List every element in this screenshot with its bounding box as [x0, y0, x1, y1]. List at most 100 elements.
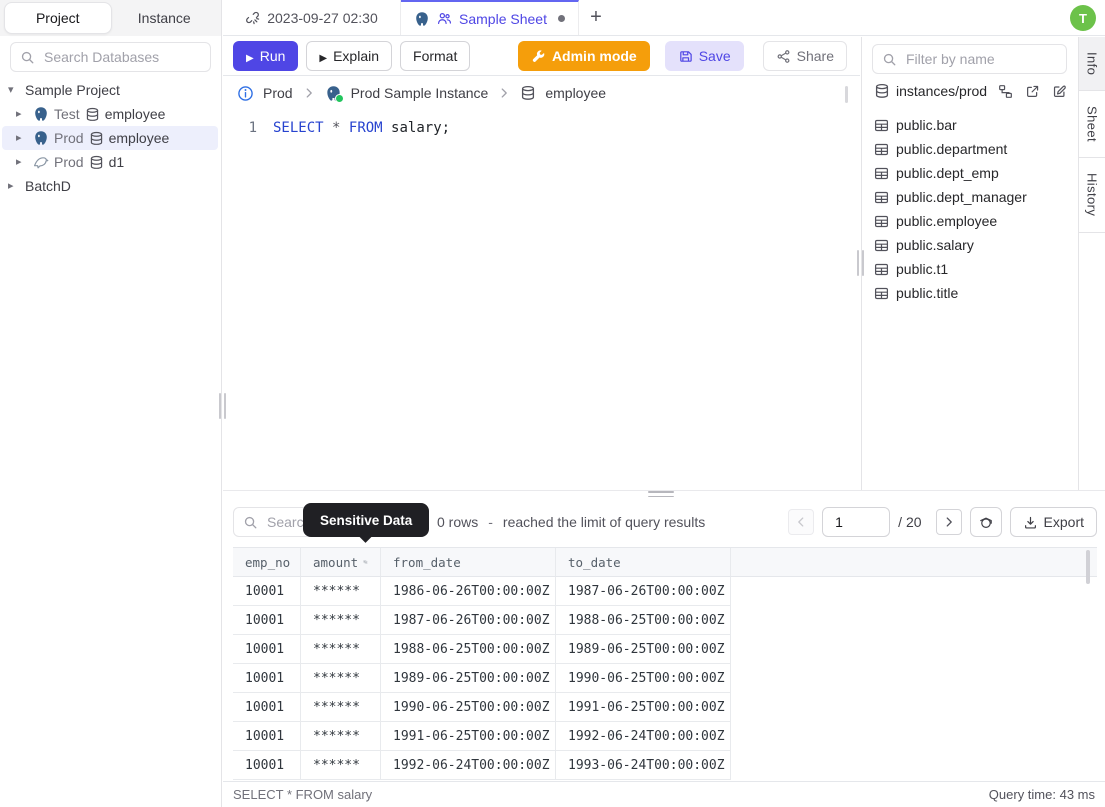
tooltip-arrow	[359, 530, 372, 543]
breadcrumb-database[interactable]: employee	[545, 85, 606, 101]
column-header[interactable]: emp_no	[233, 548, 301, 577]
tree-item-prod-employee[interactable]: Prod employee	[2, 126, 218, 150]
database-search-input[interactable]	[10, 42, 211, 72]
table-list-item[interactable]: public.salary	[874, 233, 1073, 257]
share-label: Share	[796, 48, 834, 64]
table-name: public.bar	[896, 117, 957, 133]
table-cell: 10001	[233, 606, 301, 635]
breadcrumb-instance[interactable]: Prod Sample Instance	[351, 85, 489, 101]
table-icon	[874, 166, 889, 181]
tree-item-batchd[interactable]: BatchD	[0, 174, 220, 198]
table-list-item[interactable]: public.employee	[874, 209, 1073, 233]
tree-collapse-icon	[8, 85, 20, 96]
tree-item-sample-project[interactable]: Sample Project	[0, 78, 220, 102]
tab-adhoc-query[interactable]: 2023-09-27 02:30	[223, 0, 401, 35]
table-list-item[interactable]: public.t1	[874, 257, 1073, 281]
postgres-icon	[33, 106, 49, 122]
editor-scrollbar[interactable]	[845, 86, 848, 103]
breadcrumb-env[interactable]: Prod	[263, 85, 293, 101]
admin-mode-button[interactable]: Admin mode	[517, 41, 650, 71]
export-button[interactable]: Export	[1009, 507, 1097, 537]
tab-sample-sheet[interactable]: Sample Sheet	[401, 0, 579, 35]
info-icon[interactable]	[237, 85, 254, 102]
filter-input[interactable]	[872, 44, 1067, 74]
column-header-filler	[731, 548, 1097, 577]
search-icon	[20, 50, 35, 65]
tab-instance-label: Instance	[137, 10, 191, 26]
table-row[interactable]: 10001 ****** 1991-06-25T00:00:00Z 1992-0…	[233, 722, 1097, 751]
avatar[interactable]: T	[1070, 5, 1096, 31]
side-tab-history[interactable]: History	[1079, 158, 1105, 233]
download-icon	[1023, 515, 1038, 530]
table-list-item[interactable]: public.department	[874, 137, 1073, 161]
rows-count: 0 rows	[437, 514, 479, 530]
save-button[interactable]: Save	[664, 41, 744, 71]
table-cell: 1988-06-25T00:00:00Z	[381, 635, 556, 664]
panel-resize-handle[interactable]	[857, 250, 864, 276]
database-label: employee	[104, 106, 166, 122]
table-cell-masked: ******	[301, 722, 381, 751]
table-list: public.bar public.department public.dept…	[874, 113, 1073, 305]
schema-diagram-button[interactable]	[998, 84, 1013, 99]
table-icon	[874, 238, 889, 253]
masking-icon	[978, 514, 994, 530]
table-list-item[interactable]: public.dept_emp	[874, 161, 1073, 185]
code-line: 1 SELECT * FROM salary;	[223, 118, 860, 138]
side-tab-info[interactable]: Info	[1079, 37, 1105, 92]
table-row[interactable]: 10001 ****** 1986-06-26T00:00:00Z 1987-0…	[233, 577, 1097, 606]
prev-page-button[interactable]	[788, 509, 815, 535]
table-cell: 1992-06-24T00:00:00Z	[556, 722, 731, 751]
results-scrollbar[interactable]	[1086, 550, 1090, 584]
database-search-field[interactable]	[42, 48, 201, 66]
environment-label: Prod	[54, 130, 84, 146]
results-panel: 0 rows - reached the limit of query resu…	[223, 497, 1105, 807]
tab-instance[interactable]: Instance	[112, 3, 218, 33]
add-tab-button[interactable]	[579, 0, 613, 35]
next-page-button[interactable]	[935, 509, 962, 535]
page-input[interactable]	[822, 507, 891, 537]
tree-item-prod-d1[interactable]: Prod d1	[0, 150, 220, 174]
tree-item-test-employee[interactable]: Test employee	[0, 102, 220, 126]
table-icon	[874, 118, 889, 133]
masking-button[interactable]	[969, 507, 1002, 537]
side-tab-sheet[interactable]: Sheet	[1079, 91, 1105, 159]
table-row[interactable]: 10001 ****** 1988-06-25T00:00:00Z 1989-0…	[233, 635, 1097, 664]
format-button[interactable]: Format	[400, 41, 471, 71]
wrench-icon	[531, 49, 546, 64]
run-button[interactable]: Run	[233, 41, 299, 71]
share-button[interactable]: Share	[762, 41, 847, 71]
table-list-item[interactable]: public.bar	[874, 113, 1073, 137]
external-link-button[interactable]	[1025, 84, 1040, 99]
avatar-initial: T	[1079, 10, 1087, 26]
explain-button[interactable]: Explain	[306, 41, 393, 71]
table-row[interactable]: 10001 ****** 1987-06-26T00:00:00Z 1988-0…	[233, 606, 1097, 635]
table-row[interactable]: 10001 ****** 1989-06-25T00:00:00Z 1990-0…	[233, 664, 1097, 693]
column-header[interactable]: from_date	[381, 548, 556, 577]
table-name: public.t1	[896, 261, 949, 277]
table-cell: 1993-06-24T00:00:00Z	[556, 751, 731, 780]
tree-expand-icon	[16, 157, 28, 168]
connection-panel: instances/prod public.bar public.departm…	[861, 37, 1077, 490]
table-cell: 1991-06-25T00:00:00Z	[381, 722, 556, 751]
environment-label: Prod	[54, 154, 84, 170]
search-icon	[243, 515, 258, 530]
table-list-item[interactable]: public.dept_manager	[874, 185, 1073, 209]
connection-source-label: instances/prod	[896, 83, 988, 99]
table-cell: 1990-06-25T00:00:00Z	[556, 664, 731, 693]
filter-field[interactable]	[904, 50, 1057, 68]
breadcrumb: Prod Prod Sample Instance employee	[223, 76, 860, 110]
table-row[interactable]: 10001 ****** 1992-06-24T00:00:00Z 1993-0…	[233, 751, 1097, 780]
results-table: emp_no amount from_date to_date 10001 **…	[233, 547, 1097, 780]
column-header[interactable]: to_date	[556, 548, 731, 577]
table-cell-masked: ******	[301, 693, 381, 722]
table-list-item[interactable]: public.title	[874, 281, 1073, 305]
table-name: public.dept_emp	[896, 165, 999, 181]
edit-connection-button[interactable]	[1052, 84, 1067, 99]
table-row[interactable]: 10001 ****** 1990-06-25T00:00:00Z 1991-0…	[233, 693, 1097, 722]
page-total: / 20	[898, 514, 922, 530]
table-cell-masked: ******	[301, 751, 381, 780]
tab-project[interactable]: Project	[4, 2, 112, 34]
postgres-icon	[33, 130, 49, 146]
column-header[interactable]: amount	[301, 548, 381, 577]
sql-editor[interactable]: 1 SELECT * FROM salary;	[223, 86, 860, 490]
